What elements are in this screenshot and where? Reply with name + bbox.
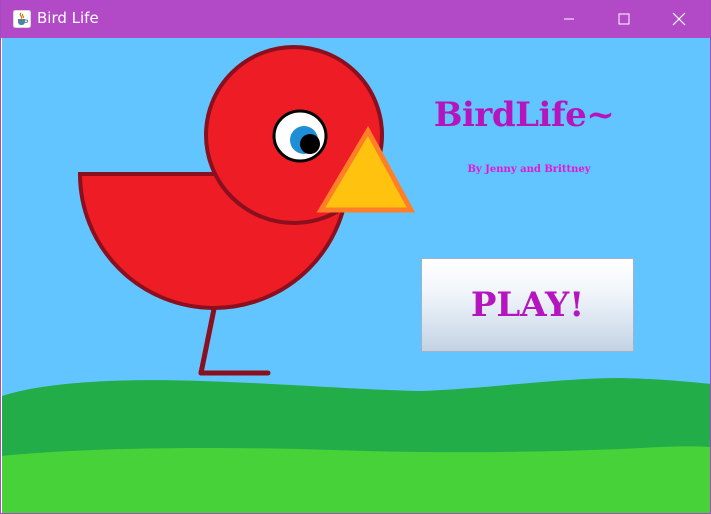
game-canvas[interactable]: BirdLife~ By Jenny and Brittney PLAY! [2, 38, 710, 513]
minimize-icon [564, 18, 574, 20]
game-title: BirdLife~ [433, 95, 615, 135]
bird-leg [198, 306, 271, 376]
app-window: Bird Life BirdLife~ By Jenny and Brittne… [0, 0, 711, 514]
play-button-label: PLAY! [470, 285, 585, 325]
maximize-icon [618, 13, 630, 25]
close-button[interactable] [651, 0, 707, 38]
bird-eye [272, 109, 328, 163]
front-grass [2, 446, 710, 513]
window-title: Bird Life [37, 9, 99, 27]
play-button[interactable]: PLAY! [421, 258, 634, 352]
java-cup-icon [13, 10, 31, 28]
credits-text: By Jenny and Brittney [467, 164, 591, 175]
title-bar[interactable]: Bird Life [1, 0, 710, 38]
maximize-button[interactable] [596, 0, 652, 38]
close-icon [672, 12, 686, 26]
minimize-button[interactable] [541, 0, 597, 38]
